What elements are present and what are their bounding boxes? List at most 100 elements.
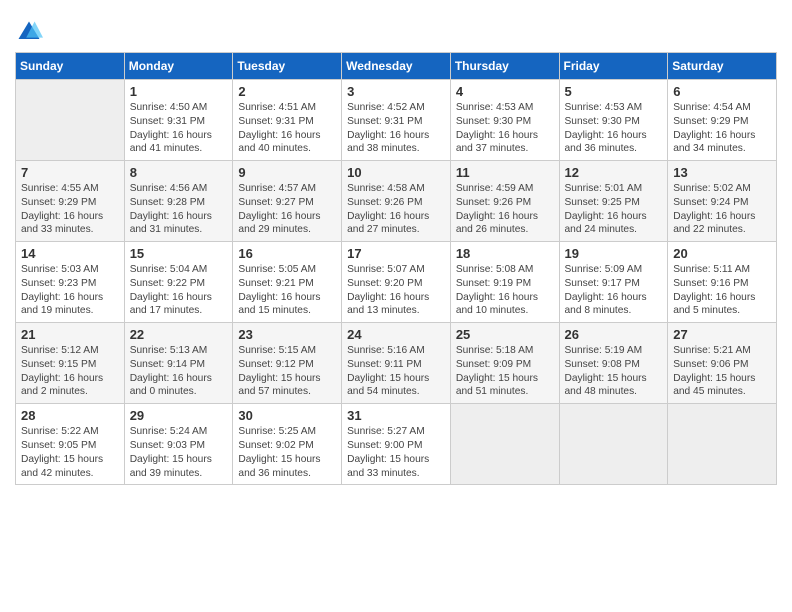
week-row-1: 1Sunrise: 4:50 AM Sunset: 9:31 PM Daylig… xyxy=(16,80,777,161)
calendar-cell: 31Sunrise: 5:27 AM Sunset: 9:00 PM Dayli… xyxy=(342,404,451,485)
day-number: 9 xyxy=(238,165,337,180)
cell-content: Sunrise: 5:07 AM Sunset: 9:20 PM Dayligh… xyxy=(347,263,446,318)
calendar-cell: 26 Sunrise: 5:19 AM Sunset: 9:08 PM Dayli… xyxy=(559,323,668,404)
day-number: 17 xyxy=(347,246,446,261)
calendar-cell: 22Sunrise: 5:13 AM Sunset: 9:14 PM Dayli… xyxy=(124,323,233,404)
calendar-cell: 3Sunrise: 4:52 AM Sunset: 9:31 PM Daylig… xyxy=(342,80,451,161)
week-row-2: 7Sunrise: 4:55 AM Sunset: 9:29 PM Daylig… xyxy=(16,161,777,242)
header-day-thursday: Thursday xyxy=(450,53,559,80)
calendar-cell: 21 Sunrise: 5:12 AM Sunset: 9:15 PM Dayli… xyxy=(16,323,125,404)
cell-content: Sunrise: 5:22 AM Sunset: 9:05 PM Dayligh… xyxy=(21,425,120,480)
cell-content: Sunrise: 4:56 AM Sunset: 9:28 PM Dayligh… xyxy=(130,182,229,237)
cell-content: Sunrise: 4:54 AM Sunset: 9:29 PM Dayligh… xyxy=(673,101,772,156)
day-number: 4 xyxy=(456,84,555,99)
cell-content: Sunrise: 5:18 AM Sunset: 9:09 PM Dayligh… xyxy=(456,344,555,399)
calendar-cell: 2 Sunrise: 4:51 AM Sunset: 9:31 PM Daylig… xyxy=(233,80,342,161)
cell-content: Sunrise: 5:12 AM Sunset: 9:15 PM Dayligh… xyxy=(21,344,120,399)
calendar-cell: 13 Sunrise: 5:02 AM Sunset: 9:24 PM Dayli… xyxy=(668,161,777,242)
day-number: 23 xyxy=(238,327,337,342)
day-number: 3 xyxy=(347,84,446,99)
header-day-sunday: Sunday xyxy=(16,53,125,80)
cell-content: Sunrise: 5:24 AM Sunset: 9:03 PM Dayligh… xyxy=(130,425,229,480)
calendar-cell: 11Sunrise: 4:59 AM Sunset: 9:26 PM Dayli… xyxy=(450,161,559,242)
cell-content: Sunrise: 5:05 AM Sunset: 9:21 PM Dayligh… xyxy=(238,263,337,318)
cell-content: Sunrise: 5:01 AM Sunset: 9:25 PM Dayligh… xyxy=(565,182,664,237)
calendar-cell: 12 Sunrise: 5:01 AM Sunset: 9:25 PM Dayli… xyxy=(559,161,668,242)
calendar-body: 1Sunrise: 4:50 AM Sunset: 9:31 PM Daylig… xyxy=(16,80,777,485)
logo xyxy=(15,18,47,46)
cell-content: Sunrise: 5:13 AM Sunset: 9:14 PM Dayligh… xyxy=(130,344,229,399)
calendar-cell: 24 Sunrise: 5:16 AM Sunset: 9:11 PM Dayli… xyxy=(342,323,451,404)
cell-content: Sunrise: 5:27 AM Sunset: 9:00 PM Dayligh… xyxy=(347,425,446,480)
day-number: 20 xyxy=(673,246,772,261)
calendar-cell: 15Sunrise: 5:04 AM Sunset: 9:22 PM Dayli… xyxy=(124,242,233,323)
cell-content: Sunrise: 5:02 AM Sunset: 9:24 PM Dayligh… xyxy=(673,182,772,237)
day-number: 6 xyxy=(673,84,772,99)
cell-content: Sunrise: 5:19 AM Sunset: 9:08 PM Dayligh… xyxy=(565,344,664,399)
week-row-4: 21 Sunrise: 5:12 AM Sunset: 9:15 PM Dayli… xyxy=(16,323,777,404)
header-day-tuesday: Tuesday xyxy=(233,53,342,80)
cell-content: Sunrise: 5:16 AM Sunset: 9:11 PM Dayligh… xyxy=(347,344,446,399)
calendar-cell: 17 Sunrise: 5:07 AM Sunset: 9:20 PM Dayli… xyxy=(342,242,451,323)
header-day-saturday: Saturday xyxy=(668,53,777,80)
calendar-cell: 20Sunrise: 5:11 AM Sunset: 9:16 PM Dayli… xyxy=(668,242,777,323)
day-number: 30 xyxy=(238,408,337,423)
day-number: 27 xyxy=(673,327,772,342)
day-number: 8 xyxy=(130,165,229,180)
cell-content: Sunrise: 5:08 AM Sunset: 9:19 PM Dayligh… xyxy=(456,263,555,318)
calendar-cell: 16 Sunrise: 5:05 AM Sunset: 9:21 PM Dayli… xyxy=(233,242,342,323)
calendar-cell: 7Sunrise: 4:55 AM Sunset: 9:29 PM Daylig… xyxy=(16,161,125,242)
header-day-wednesday: Wednesday xyxy=(342,53,451,80)
day-number: 7 xyxy=(21,165,120,180)
day-number: 21 xyxy=(21,327,120,342)
week-row-3: 14 Sunrise: 5:03 AM Sunset: 9:23 PM Dayli… xyxy=(16,242,777,323)
cell-content: Sunrise: 5:03 AM Sunset: 9:23 PM Dayligh… xyxy=(21,263,120,318)
day-number: 25 xyxy=(456,327,555,342)
day-number: 16 xyxy=(238,246,337,261)
calendar-cell: 30 Sunrise: 5:25 AM Sunset: 9:02 PM Dayli… xyxy=(233,404,342,485)
cell-content: Sunrise: 5:25 AM Sunset: 9:02 PM Dayligh… xyxy=(238,425,337,480)
day-number: 24 xyxy=(347,327,446,342)
cell-content: Sunrise: 4:51 AM Sunset: 9:31 PM Dayligh… xyxy=(238,101,337,156)
calendar-cell: 18 Sunrise: 5:08 AM Sunset: 9:19 PM Dayli… xyxy=(450,242,559,323)
day-number: 19 xyxy=(565,246,664,261)
day-number: 13 xyxy=(673,165,772,180)
day-number: 28 xyxy=(21,408,120,423)
cell-content: Sunrise: 4:58 AM Sunset: 9:26 PM Dayligh… xyxy=(347,182,446,237)
calendar-cell: 23 Sunrise: 5:15 AM Sunset: 9:12 PM Dayli… xyxy=(233,323,342,404)
day-number: 2 xyxy=(238,84,337,99)
day-number: 12 xyxy=(565,165,664,180)
calendar-cell: 5 Sunrise: 4:53 AM Sunset: 9:30 PM Daylig… xyxy=(559,80,668,161)
day-number: 5 xyxy=(565,84,664,99)
header-row: SundayMondayTuesdayWednesdayThursdayFrid… xyxy=(16,53,777,80)
calendar-cell xyxy=(16,80,125,161)
calendar-cell: 6 Sunrise: 4:54 AM Sunset: 9:29 PM Daylig… xyxy=(668,80,777,161)
day-number: 29 xyxy=(130,408,229,423)
day-number: 11 xyxy=(456,165,555,180)
calendar-cell: 29 Sunrise: 5:24 AM Sunset: 9:03 PM Dayli… xyxy=(124,404,233,485)
cell-content: Sunrise: 5:04 AM Sunset: 9:22 PM Dayligh… xyxy=(130,263,229,318)
header-day-friday: Friday xyxy=(559,53,668,80)
calendar-cell: 14 Sunrise: 5:03 AM Sunset: 9:23 PM Dayli… xyxy=(16,242,125,323)
calendar-cell xyxy=(668,404,777,485)
day-number: 26 xyxy=(565,327,664,342)
calendar-cell: 4 Sunrise: 4:53 AM Sunset: 9:30 PM Daylig… xyxy=(450,80,559,161)
calendar-table: SundayMondayTuesdayWednesdayThursdayFrid… xyxy=(15,52,777,485)
day-number: 14 xyxy=(21,246,120,261)
calendar-cell: 19 Sunrise: 5:09 AM Sunset: 9:17 PM Dayli… xyxy=(559,242,668,323)
day-number: 18 xyxy=(456,246,555,261)
calendar-cell: 1Sunrise: 4:50 AM Sunset: 9:31 PM Daylig… xyxy=(124,80,233,161)
cell-content: Sunrise: 5:15 AM Sunset: 9:12 PM Dayligh… xyxy=(238,344,337,399)
calendar-cell: 28 Sunrise: 5:22 AM Sunset: 9:05 PM Dayli… xyxy=(16,404,125,485)
calendar-cell xyxy=(559,404,668,485)
cell-content: Sunrise: 4:53 AM Sunset: 9:30 PM Dayligh… xyxy=(565,101,664,156)
cell-content: Sunrise: 4:53 AM Sunset: 9:30 PM Dayligh… xyxy=(456,101,555,156)
logo-icon xyxy=(15,18,43,46)
cell-content: Sunrise: 5:09 AM Sunset: 9:17 PM Dayligh… xyxy=(565,263,664,318)
calendar-cell xyxy=(450,404,559,485)
day-number: 1 xyxy=(130,84,229,99)
calendar-cell: 27Sunrise: 5:21 AM Sunset: 9:06 PM Dayli… xyxy=(668,323,777,404)
day-number: 10 xyxy=(347,165,446,180)
calendar-cell: 25 Sunrise: 5:18 AM Sunset: 9:09 PM Dayli… xyxy=(450,323,559,404)
cell-content: Sunrise: 4:57 AM Sunset: 9:27 PM Dayligh… xyxy=(238,182,337,237)
